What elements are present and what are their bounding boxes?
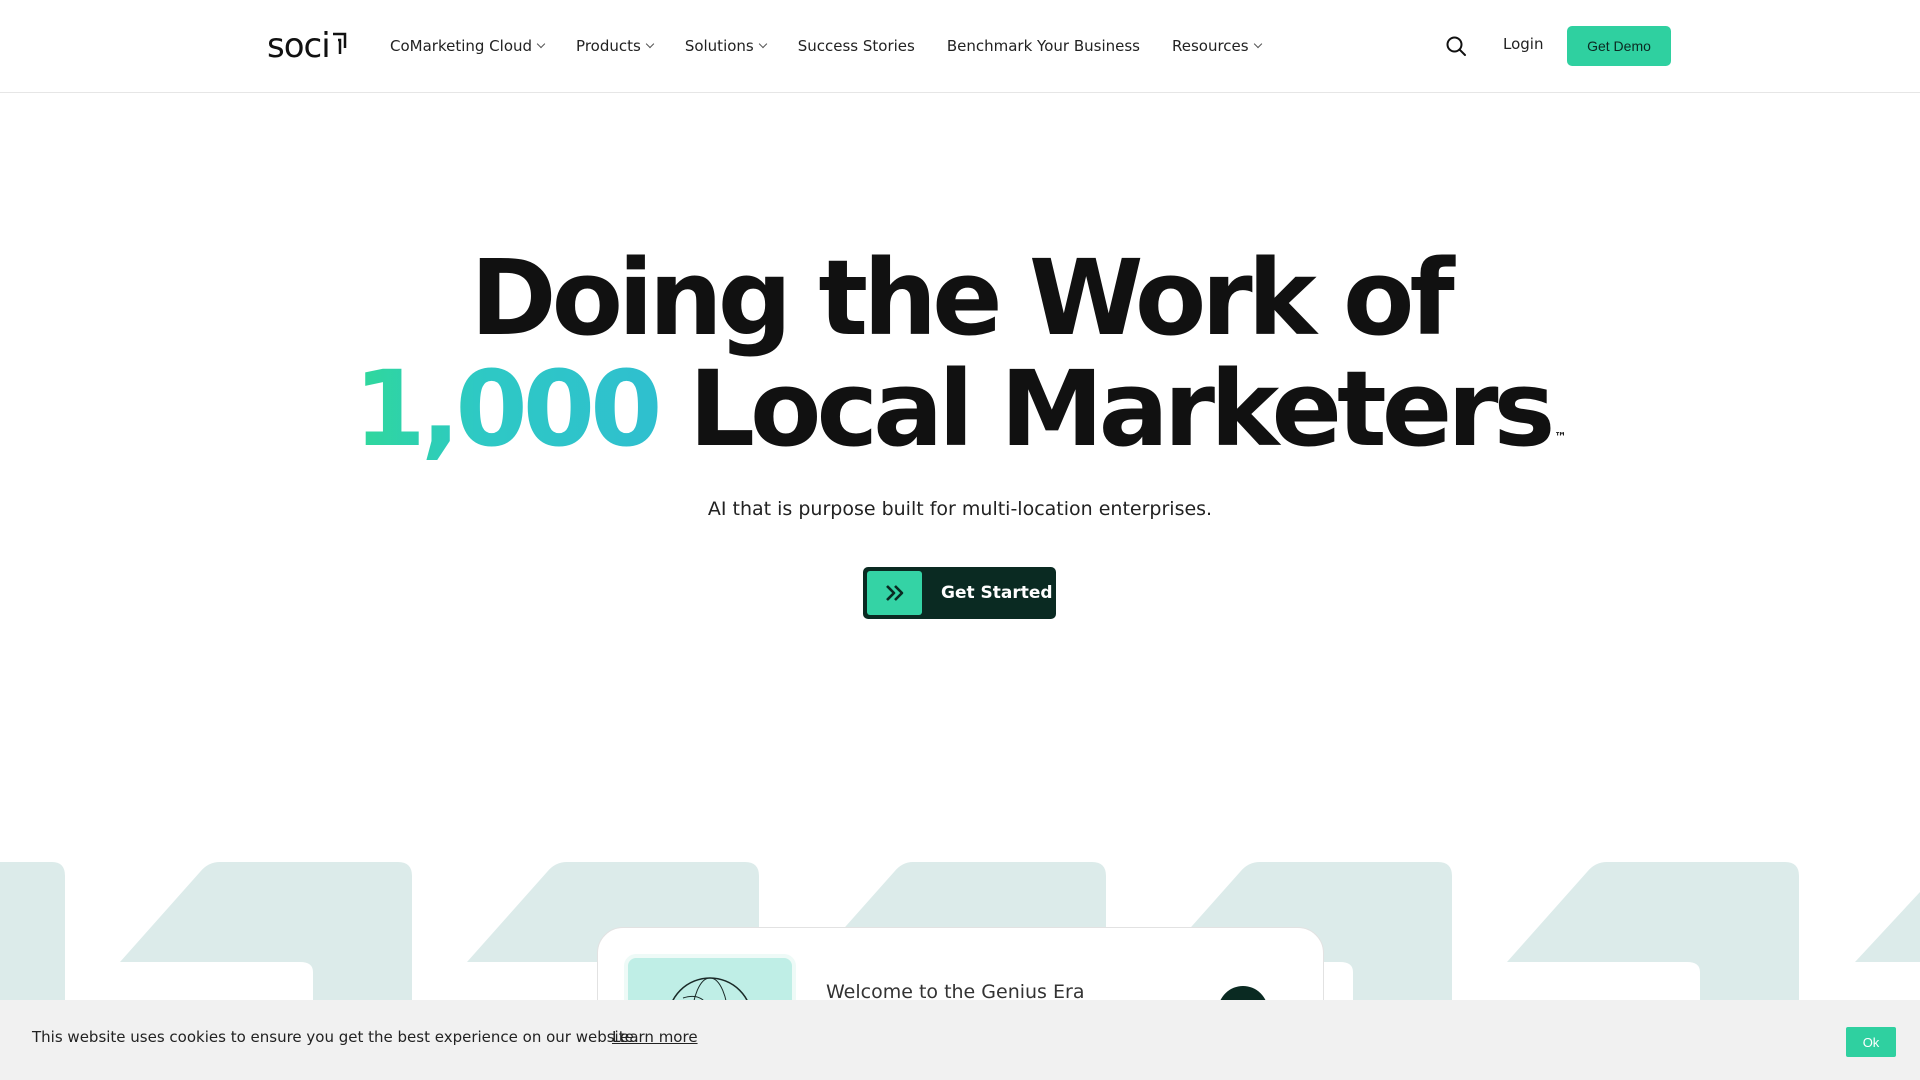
nav-item-label: CoMarketing Cloud [390, 37, 533, 55]
tile [120, 862, 412, 1002]
get-demo-button[interactable]: Get Demo [1567, 26, 1671, 66]
logo-arrow-icon [332, 32, 346, 54]
search-icon[interactable] [1445, 35, 1467, 57]
chevron-down-icon [758, 39, 767, 49]
chevron-down-icon [536, 39, 546, 49]
nav-item-label: Solutions [684, 37, 754, 55]
cookie-message: This website uses cookies to ensure you … [32, 1028, 639, 1046]
tile [0, 862, 65, 1002]
hero-subhead: AI that is purpose built for multi-locat… [707, 498, 1213, 520]
get-started-label: Get Started [941, 583, 1053, 603]
double-chevron-right-icon [867, 571, 922, 615]
get-started-button[interactable]: Get Started [863, 567, 1056, 619]
cookie-banner: This website uses cookies to ensure you … [0, 1000, 1920, 1080]
nav-item-success-stories[interactable]: Success Stories [798, 37, 915, 55]
nav-item-label: Benchmark Your Business [946, 37, 1140, 55]
tile [1507, 862, 1799, 1002]
trademark-symbol: ™ [1554, 430, 1567, 444]
nav-item-comarketing-cloud[interactable]: CoMarketing Cloud [390, 37, 546, 55]
nav-item-benchmark[interactable]: Benchmark Your Business [947, 37, 1140, 55]
nav-item-label: Products [576, 37, 641, 55]
hero-heading-line1: Doing the Work of [470, 237, 1454, 359]
site-header: soci CoMarketing Cloud Products Solution… [0, 0, 1920, 93]
nav-item-resources[interactable]: Resources [1171, 37, 1262, 55]
chevron-down-icon [1253, 39, 1262, 49]
cookie-learn-more-link[interactable]: Learn more [612, 1028, 698, 1046]
hero-accent-number: 1,000 [353, 348, 663, 470]
nav-item-label: Resources [1171, 37, 1249, 55]
nav-item-solutions[interactable]: Solutions [684, 37, 767, 55]
cookie-ok-button[interactable]: Ok [1846, 1027, 1896, 1057]
login-link[interactable]: Login [1503, 35, 1543, 53]
soci-logo[interactable]: soci [267, 28, 347, 64]
main-nav: CoMarketing Cloud Products Solutions Suc… [390, 34, 1293, 58]
chevron-down-icon [645, 39, 655, 49]
nav-item-products[interactable]: Products [576, 37, 655, 55]
nav-item-label: Success Stories [797, 37, 915, 55]
logo-text: soci [267, 26, 331, 66]
hero-heading-rest: Local Marketers [688, 348, 1556, 470]
hero-heading-line2: 1,000 Local Marketers ™ [0, 354, 1920, 464]
tile [1855, 892, 1920, 962]
